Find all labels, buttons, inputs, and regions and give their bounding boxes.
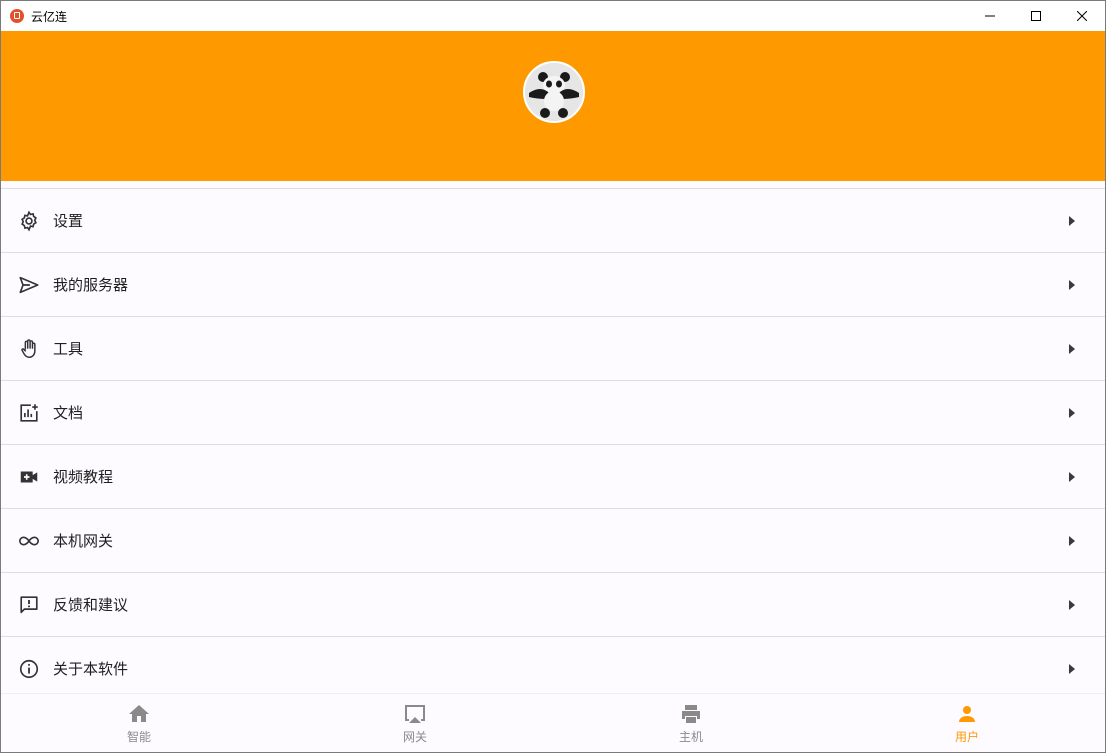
menu-item-label: 工具 bbox=[53, 341, 84, 358]
nav-tab-label: 主机 bbox=[678, 729, 703, 744]
person-icon bbox=[959, 705, 975, 722]
close-button[interactable] bbox=[1059, 1, 1105, 31]
chevron-right-icon bbox=[1069, 471, 1075, 482]
title-bar: 云亿连 bbox=[1, 1, 1105, 31]
close-icon bbox=[1077, 11, 1087, 21]
chevron-right-icon bbox=[1069, 663, 1075, 674]
menu-item-video-tutorials[interactable]: 视频教程 bbox=[1, 444, 1105, 508]
avatar[interactable] bbox=[523, 61, 585, 123]
menu-item-label: 我的服务器 bbox=[53, 277, 129, 294]
menu-item-label: 设置 bbox=[53, 213, 84, 230]
menu-item-label: 反馈和建议 bbox=[53, 597, 129, 614]
airplay-icon bbox=[405, 704, 425, 723]
chevron-right-icon bbox=[1069, 599, 1075, 610]
menu-item-label: 文档 bbox=[53, 405, 84, 422]
nav-tab-smart[interactable]: 智能 bbox=[1, 694, 277, 752]
app-logo-icon bbox=[10, 9, 24, 23]
menu-item-tools[interactable]: 工具 bbox=[1, 316, 1105, 380]
nav-tab-label: 用户 bbox=[954, 729, 979, 744]
panda-avatar-image bbox=[525, 63, 583, 121]
menu-item-my-servers[interactable]: 我的服务器 bbox=[1, 252, 1105, 316]
gear-icon bbox=[17, 209, 41, 233]
menu-item-settings[interactable]: 设置 bbox=[1, 188, 1105, 252]
window-controls bbox=[967, 1, 1105, 31]
hand-icon bbox=[17, 337, 41, 361]
menu-item-label: 关于本软件 bbox=[53, 661, 129, 678]
chevron-right-icon bbox=[1069, 343, 1075, 354]
chevron-right-icon bbox=[1069, 215, 1075, 226]
menu-item-local-gateway[interactable]: 本机网关 bbox=[1, 508, 1105, 572]
nav-tab-label: 网关 bbox=[402, 729, 427, 744]
menu-item-label: 本机网关 bbox=[53, 533, 114, 550]
chevron-right-icon bbox=[1069, 535, 1075, 546]
chart-add-icon bbox=[17, 401, 41, 425]
minimize-icon bbox=[985, 15, 995, 17]
nav-tab-gateway[interactable]: 网关 bbox=[277, 694, 553, 752]
menu-item-label: 视频教程 bbox=[53, 469, 114, 486]
home-icon bbox=[129, 704, 149, 722]
info-icon bbox=[17, 657, 41, 681]
window-title: 云亿连 bbox=[31, 9, 68, 24]
feedback-icon bbox=[17, 593, 41, 617]
nav-tab-user[interactable]: 用户 bbox=[829, 694, 1105, 752]
nav-tab-label: 智能 bbox=[126, 729, 151, 744]
bottom-navigation: 智能 网关 主机 用户 bbox=[1, 693, 1105, 752]
chevron-right-icon bbox=[1069, 279, 1075, 290]
nav-tab-host[interactable]: 主机 bbox=[553, 694, 829, 752]
app-window: 云亿连 设置 我的服务器 工具 文档 视频教程 本机网关 反馈和建议 关于本软件… bbox=[0, 0, 1106, 753]
maximize-button[interactable] bbox=[1013, 1, 1059, 31]
settings-menu: 设置 我的服务器 工具 文档 视频教程 本机网关 反馈和建议 关于本软件 bbox=[1, 188, 1105, 700]
menu-item-feedback[interactable]: 反馈和建议 bbox=[1, 572, 1105, 636]
menu-item-about[interactable]: 关于本软件 bbox=[1, 636, 1105, 700]
maximize-icon bbox=[1031, 11, 1041, 21]
minimize-button[interactable] bbox=[967, 1, 1013, 31]
printer-icon bbox=[682, 704, 700, 723]
send-icon bbox=[17, 273, 41, 297]
profile-header bbox=[1, 31, 1105, 181]
video-add-icon bbox=[17, 465, 41, 489]
infinity-icon bbox=[17, 529, 41, 553]
menu-item-documents[interactable]: 文档 bbox=[1, 380, 1105, 444]
chevron-right-icon bbox=[1069, 407, 1075, 418]
